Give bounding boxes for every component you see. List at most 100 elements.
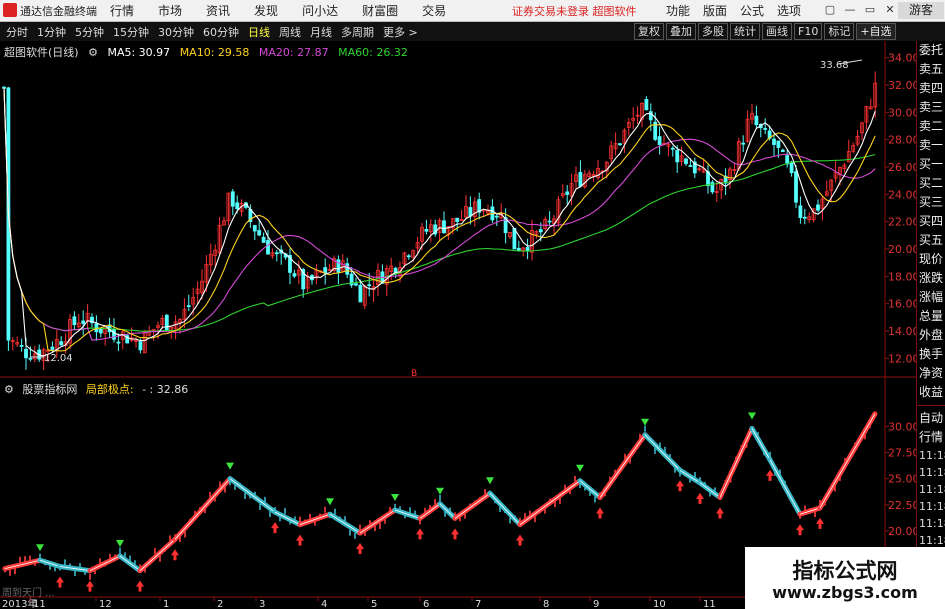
indicator-center-line — [599, 434, 646, 498]
price-tick-label: 34.00 — [888, 52, 920, 65]
panel-label-7: 买二 — [919, 176, 944, 190]
candle-body — [794, 171, 798, 203]
buy-arrow-icon — [356, 543, 364, 555]
candle-body — [547, 220, 552, 223]
candle-body — [538, 229, 543, 233]
x-axis-month-label: 6 — [423, 599, 429, 609]
tick-time: 11:18 — [919, 517, 945, 530]
buy-arrow-icon — [796, 524, 804, 536]
high-price-label: 33.68 — [820, 60, 849, 71]
x-axis-month-label: 2 — [217, 599, 223, 609]
sub-tick-label: 30.00 — [888, 420, 920, 433]
indicator-value-label: - : 32.86 — [142, 383, 189, 396]
candle-body — [565, 191, 570, 195]
candle-body — [292, 273, 297, 277]
candle-body — [442, 220, 446, 234]
candle-body — [424, 228, 429, 232]
candle-body — [358, 284, 363, 303]
candle-body — [336, 259, 341, 273]
panel-label-17: 净资 — [919, 366, 944, 380]
buy-arrow-icon — [136, 580, 144, 592]
ma20-line — [3, 87, 876, 341]
buy-arrow-icon — [171, 549, 179, 561]
candle-body — [618, 143, 622, 146]
tick-time: 11:18 — [919, 449, 945, 462]
x-axis-month-label: 3 — [259, 599, 265, 609]
kline-chart[interactable]: 33.68 12.04 B 34.00 32.00 30.00 28.00 26.00 24.… — [0, 0, 945, 609]
sell-arrow-icon — [391, 494, 399, 502]
buy-arrow-icon — [516, 534, 524, 546]
x-axis-month-label: 4 — [321, 599, 327, 609]
price-tick-label: 18.00 — [888, 270, 920, 283]
price-tick-label: 14.00 — [888, 325, 920, 338]
price-tick-label: 30.00 — [888, 106, 920, 119]
candle-body — [164, 314, 169, 331]
indicator-center-line — [751, 428, 771, 461]
panel-label-8: 买三 — [919, 195, 944, 209]
indicator-center-line — [139, 539, 176, 571]
candle-body — [81, 320, 86, 324]
stock-name-label: 超图软件(日线) — [4, 46, 79, 59]
candle-body — [354, 283, 358, 286]
candle-body — [367, 284, 372, 287]
price-tick-label: 32.00 — [888, 79, 920, 92]
candle-body — [116, 341, 121, 344]
main-chart-legend: 超图软件(日线) ⚙ MA5: 30.97 MA10: 29.58 MA20: … — [4, 44, 414, 60]
x-axis-month-label: 11 — [703, 599, 716, 609]
low-price-label: 12.04 — [44, 353, 73, 364]
x-axis-month-label: 5 — [371, 599, 377, 609]
candle-body — [494, 215, 499, 218]
sell-arrow-icon — [226, 462, 234, 470]
price-axis: 34.00 32.00 30.00 28.00 26.00 24.00 22.00 20.00… — [2, 52, 920, 609]
candle-body — [789, 161, 794, 174]
price-tick-label: 12.00 — [888, 352, 920, 365]
indicator-center-line — [359, 509, 396, 534]
indicator-center-line — [439, 503, 456, 519]
buy-arrow-icon — [816, 517, 824, 529]
settings-icon[interactable]: ⚙ — [88, 46, 98, 59]
gear-icon[interactable]: ⚙ — [4, 383, 14, 396]
panel-label-11: 现价 — [919, 252, 944, 266]
candle-body — [772, 138, 776, 145]
ma60-line — [3, 87, 876, 332]
candle-body — [776, 140, 781, 148]
candle-body — [72, 316, 77, 326]
x-axis-month-label: 12 — [99, 599, 112, 609]
buy-arrow-icon — [271, 522, 279, 534]
candle-body — [252, 225, 257, 232]
candle-body — [406, 255, 411, 258]
candlestick-series — [2, 71, 878, 370]
indicator-center-line — [274, 511, 301, 526]
candle-body — [186, 305, 191, 308]
buy-arrow-icon — [56, 576, 64, 588]
panel-label-13: 涨幅 — [919, 290, 944, 304]
price-tick-label: 24.00 — [888, 188, 920, 201]
sell-arrow-icon — [576, 464, 584, 472]
candle-body — [274, 252, 279, 255]
tick-time: 11:18 — [919, 466, 945, 479]
x-axis-month-label: 9 — [593, 599, 599, 609]
indicator-center-line — [769, 459, 801, 515]
buy-marker-label: B — [411, 369, 417, 379]
indicator-center-line — [719, 428, 753, 498]
panel-label-auto[interactable]: 自动 — [917, 409, 945, 428]
x-axis-month-label: 1 — [163, 599, 169, 609]
candle-body — [59, 341, 64, 346]
panel-label-1: 卖五 — [919, 62, 944, 76]
candle-body — [780, 149, 785, 153]
candle-body — [138, 341, 143, 351]
watermark-title: 指标公式网 — [792, 559, 898, 583]
x-axis-month-label: 11 — [33, 599, 46, 609]
panel-label-quote[interactable]: 行情 — [917, 428, 945, 447]
candle-body — [24, 348, 28, 359]
sell-arrow-icon — [436, 487, 444, 495]
price-tick-label: 20.00 — [888, 243, 920, 256]
candle-body — [816, 204, 820, 211]
indicator-legend: ⚙ 股票指标网 局部极点: - : 32.86 — [4, 381, 193, 397]
x-axis-month-label: 8 — [543, 599, 549, 609]
indicator-center-line — [229, 478, 276, 513]
indicator-center-line — [174, 478, 231, 540]
sell-arrow-icon — [748, 412, 756, 420]
tick-time: 11:18 — [919, 500, 945, 513]
watermark-url: www.zbgs3.com — [772, 583, 918, 602]
